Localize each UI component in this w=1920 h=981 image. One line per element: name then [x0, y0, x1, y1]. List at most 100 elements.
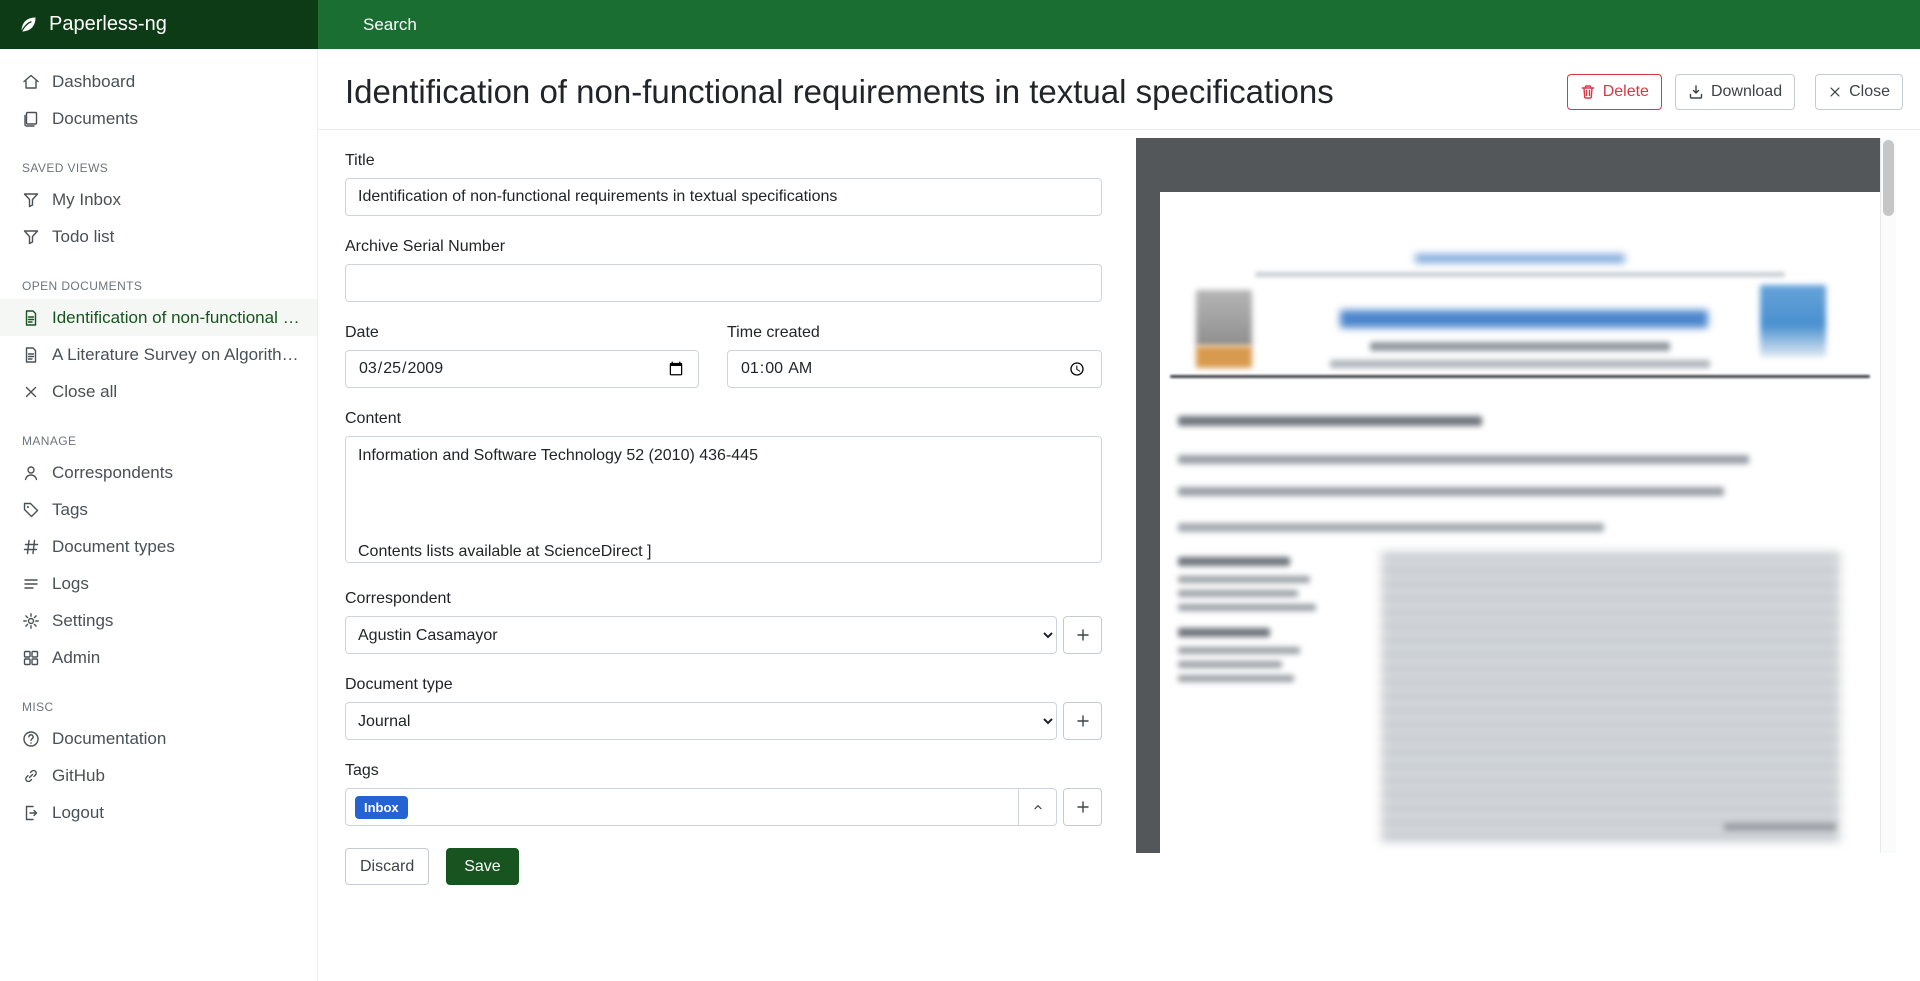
- sidebar-open-document-2[interactable]: A Literature Survey on Algorithms for Mu…: [0, 336, 317, 373]
- sidebar-item-documents[interactable]: Documents: [0, 100, 317, 137]
- tags-input-group: Inbox: [345, 788, 1057, 826]
- add-correspondent-button[interactable]: [1063, 616, 1102, 654]
- time-created-label: Time created: [727, 324, 1102, 342]
- delete-button-label: Delete: [1603, 82, 1649, 101]
- add-tag-button[interactable]: [1063, 788, 1102, 826]
- download-icon: [1688, 84, 1704, 100]
- content-label: Content: [345, 410, 1102, 428]
- brand-name: Paperless-ng: [49, 13, 167, 36]
- pdf-blur-info-heading-1: [1178, 557, 1290, 566]
- hash-icon: [22, 538, 40, 556]
- sidebar-item-label: Admin: [52, 648, 303, 668]
- correspondent-label: Correspondent: [345, 590, 1102, 608]
- header-actions: Delete Download Close: [1567, 74, 1903, 109]
- sidebar-item-label: Close all: [52, 382, 303, 402]
- sidebar-section-saved-views: SAVED VIEWS: [0, 161, 317, 175]
- app-root: Paperless-ng Dashboard Documents SAVED V…: [0, 0, 1920, 49]
- close-button[interactable]: Close: [1815, 74, 1903, 109]
- sidebar-item-logs[interactable]: Logs: [0, 565, 317, 602]
- sidebar-item-settings[interactable]: Settings: [0, 602, 317, 639]
- sidebar: Dashboard Documents SAVED VIEWS My Inbox…: [0, 49, 318, 981]
- title-input[interactable]: [345, 178, 1102, 216]
- sidebar-close-all[interactable]: Close all: [0, 373, 317, 410]
- sidebar-section-open-documents: OPEN DOCUMENTS: [0, 279, 317, 293]
- download-button[interactable]: Download: [1675, 74, 1795, 109]
- sidebar-item-documentation[interactable]: Documentation: [0, 720, 317, 757]
- download-button-label: Download: [1711, 82, 1782, 101]
- page-title: Identification of non-functional require…: [345, 73, 1334, 111]
- file-text-icon: [22, 346, 40, 364]
- person-icon: [22, 464, 40, 482]
- sidebar-item-logout[interactable]: Logout: [0, 794, 317, 831]
- pdf-blur-dark-rule: [1170, 375, 1870, 378]
- correspondent-select[interactable]: Agustin Casamayor: [345, 616, 1057, 654]
- document-type-label: Document type: [345, 676, 1102, 694]
- trash-icon: [1580, 84, 1596, 100]
- files-icon: [22, 110, 40, 128]
- delete-button[interactable]: Delete: [1567, 74, 1662, 109]
- pdf-blur-authors-line: [1370, 342, 1670, 351]
- pdf-blur-paragraph-1: [1178, 416, 1482, 426]
- sidebar-open-document-1[interactable]: Identification of non-functional require…: [0, 299, 317, 336]
- logout-icon: [22, 804, 40, 822]
- link-icon: [22, 767, 40, 785]
- pdf-blur-article-title: [1340, 310, 1708, 328]
- sidebar-item-todo-list[interactable]: Todo list: [0, 218, 317, 255]
- archive-serial-number-input[interactable]: [345, 264, 1102, 302]
- close-icon: [1828, 85, 1842, 99]
- discard-button[interactable]: Discard: [345, 848, 429, 885]
- search-bar: [318, 0, 1920, 49]
- save-button[interactable]: Save: [446, 848, 518, 885]
- sidebar-item-label: Dashboard: [52, 72, 303, 92]
- sidebar-item-dashboard[interactable]: Dashboard: [0, 63, 317, 100]
- add-document-type-button[interactable]: [1063, 702, 1102, 740]
- archive-serial-number-label: Archive Serial Number: [345, 238, 1102, 256]
- funnel-icon: [22, 191, 40, 209]
- list-icon: [22, 575, 40, 593]
- pdf-blur-right-logo: [1760, 285, 1826, 357]
- pdf-preview-scrollbar-thumb[interactable]: [1883, 140, 1894, 216]
- brand[interactable]: Paperless-ng: [0, 0, 318, 49]
- document-type-select[interactable]: Journal: [345, 702, 1057, 740]
- sidebar-item-tags[interactable]: Tags: [0, 491, 317, 528]
- pdf-preview-pane[interactable]: [1136, 138, 1896, 853]
- sidebar-item-correspondents[interactable]: Correspondents: [0, 454, 317, 491]
- search-input[interactable]: [363, 15, 1063, 35]
- sidebar-item-document-types[interactable]: Document types: [0, 528, 317, 565]
- tag-badge-inbox[interactable]: Inbox: [355, 796, 408, 819]
- pdf-page: [1160, 192, 1880, 853]
- sidebar-item-label: Identification of non-functional require…: [52, 308, 303, 328]
- tag-icon: [22, 501, 40, 519]
- topbar: Paperless-ng: [0, 0, 1920, 49]
- sidebar-item-label: Documents: [52, 109, 303, 129]
- close-icon: [22, 383, 40, 401]
- sidebar-item-admin[interactable]: Admin: [0, 639, 317, 676]
- pdf-blur-header-line: [1415, 254, 1625, 263]
- title-label: Title: [345, 152, 1102, 170]
- sidebar-item-label: Todo list: [52, 227, 303, 247]
- sidebar-item-label: Documentation: [52, 729, 303, 749]
- pdf-blur-paragraph-3: [1178, 487, 1724, 496]
- document-header: Identification of non-functional require…: [318, 49, 1920, 130]
- sidebar-item-label: My Inbox: [52, 190, 303, 210]
- content-textarea[interactable]: Information and Software Technology 52 (…: [345, 436, 1102, 563]
- date-input[interactable]: [345, 350, 699, 388]
- close-button-label: Close: [1849, 82, 1890, 101]
- sidebar-item-github[interactable]: GitHub: [0, 757, 317, 794]
- plus-icon: [1075, 799, 1091, 815]
- tags-input[interactable]: Inbox: [345, 788, 1019, 826]
- pdf-blur-footer-line: [1724, 823, 1836, 831]
- pdf-preview-scrollbar[interactable]: [1880, 138, 1896, 853]
- sidebar-item-label: Correspondents: [52, 463, 303, 483]
- sidebar-item-my-inbox[interactable]: My Inbox: [0, 181, 317, 218]
- main-content: Identification of non-functional require…: [318, 49, 1920, 981]
- plus-icon: [1075, 627, 1091, 643]
- sidebar-section-manage: MANAGE: [0, 434, 317, 448]
- tags-dropdown-toggle[interactable]: [1018, 788, 1057, 826]
- date-label: Date: [345, 324, 699, 342]
- document-edit-form: Title Archive Serial Number Date Time cr…: [318, 130, 1102, 925]
- sidebar-item-label: GitHub: [52, 766, 303, 786]
- pdf-blur-abstract-block: [1381, 553, 1840, 842]
- question-circle-icon: [22, 730, 40, 748]
- time-created-input[interactable]: [727, 350, 1102, 388]
